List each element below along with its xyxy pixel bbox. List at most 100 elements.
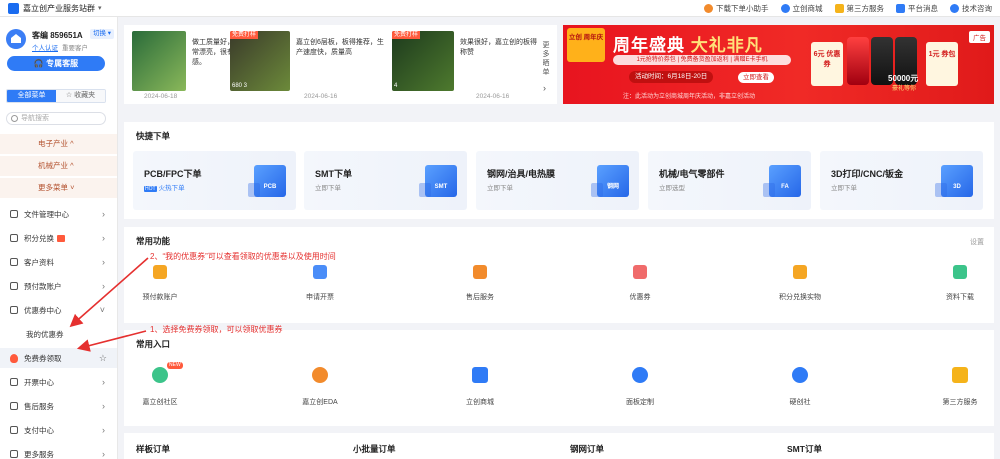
toplink-mall[interactable]: 立创商城: [780, 3, 823, 14]
mall-icon: [780, 4, 790, 13]
anniversary-logo: 立创 周年庆: [567, 28, 605, 62]
tab-stencil-orders[interactable]: 钢网订单: [570, 443, 604, 455]
top-links: 下载下单小助手 立创商城 第三方服务 平台消息 技术咨询: [704, 0, 992, 17]
dedicated-cs-button[interactable]: 🎧 专属客服: [7, 56, 105, 71]
eda-icon: [312, 367, 328, 383]
brand-title: 嘉立创产业服务站群: [23, 3, 95, 13]
entry-eda[interactable]: 嘉立创EDA: [275, 367, 365, 407]
chat-icon: [152, 367, 168, 383]
func-coupons[interactable]: 优惠券: [595, 265, 685, 302]
tab-small-batch-orders[interactable]: 小批量订单: [353, 443, 396, 455]
switch-account-button[interactable]: 切换 ▾: [90, 29, 115, 39]
chevron-right-icon: ›: [102, 233, 105, 243]
showcase-panel: 做工质量好，板子非常漂亮，很有科技感。 2024-06-18 免费打样 680 …: [124, 25, 557, 104]
func-apply-invoice[interactable]: 申请开票: [275, 265, 365, 302]
tab-sample-orders[interactable]: 样板订单: [136, 443, 170, 455]
section-title: 常用入口: [136, 339, 171, 349]
3d-print-icon: 3D: [935, 165, 973, 197]
nav-points-exchange[interactable]: 积分兑换 ›: [0, 228, 117, 248]
func-prepaid-account[interactable]: 预付款账户: [115, 265, 205, 302]
entry-panel-custom[interactable]: 面板定制: [595, 367, 685, 407]
toplink-messages[interactable]: 平台消息: [896, 3, 938, 14]
invoice-icon: [10, 378, 18, 386]
wrench-icon: FA: [763, 165, 801, 197]
showcase-card[interactable]: 免费打样 4 效果很好，嘉立创的板得称赞 2024-06-16: [392, 31, 542, 103]
nav-my-coupons[interactable]: 我的优惠券: [0, 324, 117, 344]
stencil-icon: 钢网: [591, 165, 629, 197]
panel-icon: [632, 367, 648, 383]
category-more[interactable]: 更多菜单 ˅: [0, 178, 117, 198]
showcase-card[interactable]: 免费打样 680 3 嘉立创6层板，板得推荐，生产速度快，质量高 2024-06…: [230, 31, 390, 103]
phone-graphic: [847, 37, 869, 85]
entry-community[interactable]: NEW 嘉立创社区: [115, 362, 205, 407]
category-mechanical[interactable]: 机械产业 ^: [0, 156, 117, 176]
showcase-photo: 免费打样 680 3: [230, 31, 290, 91]
quick-card-mechanical[interactable]: 机械/电气零部件 立即选型 FA: [648, 151, 811, 210]
chevron-right-icon: ›: [102, 209, 105, 219]
verify-link[interactable]: 个人认证: [32, 45, 58, 52]
tab-all-menu[interactable]: 全部菜单: [7, 90, 56, 102]
tab-smt-orders[interactable]: SMT订单: [787, 443, 822, 455]
quick-card-stencil[interactable]: 钢网/治具/电热膜 立即下单 钢网: [476, 151, 639, 210]
chevron-right-icon: ›: [102, 449, 105, 459]
nav-file-center[interactable]: 文件管理中心 ›: [0, 204, 117, 224]
top-bar: 嘉立创产业服务站群 ▾ 下载下单小助手 立创商城 第三方服务 平台消息 技术咨询: [0, 0, 1000, 17]
func-downloads[interactable]: 资料下载: [915, 265, 1000, 302]
nav-payment-center[interactable]: 支付中心 ›: [0, 420, 117, 440]
prize-sub: 豪礼等你: [892, 86, 917, 92]
customer-level: 重要客户: [62, 45, 88, 52]
headset-icon: [950, 4, 959, 13]
nav-customer-info[interactable]: 客户资料 ›: [0, 252, 117, 272]
chevron-right-icon[interactable]: ›: [543, 83, 546, 93]
annotation-step-2: 2、“我的优惠券”可以查看领取的优惠卷以及使用时间: [150, 252, 336, 261]
chevron-right-icon: ›: [102, 257, 105, 267]
sidebar: 客编 859651A 切换 ▾ 个人认证 重要客户 🎧 专属客服 全部菜单 ☆ 收…: [0, 17, 118, 459]
entry-oshw[interactable]: 硬创社: [755, 367, 845, 407]
coupon-icon: [10, 306, 18, 314]
nav-prepaid-account[interactable]: 预付款账户 ›: [0, 276, 117, 296]
promo-banner[interactable]: 立创 周年庆 周年盛典 大礼非凡 1元抢特价券包 | 免费备货盈加返利 | 满赠…: [563, 25, 994, 104]
new-badge: NEW: [167, 362, 183, 369]
toplink-third-party[interactable]: 第三方服务: [834, 3, 884, 14]
func-after-sales[interactable]: 售后服务: [435, 265, 525, 302]
invoice-icon: [313, 265, 327, 279]
hot-badge: HOT: [144, 186, 157, 192]
banner-title: 周年盛典 大礼非凡: [613, 36, 763, 55]
entry-third-party[interactable]: 第三方服务: [915, 367, 1000, 407]
nav-after-sales[interactable]: 售后服务 ›: [0, 396, 117, 416]
common-entries-panel: 常用入口 NEW 嘉立创社区 嘉立创EDA 立创商城 面板定制 硬创社 第三方服务: [124, 330, 994, 426]
star-icon[interactable]: ☆: [99, 353, 107, 364]
quick-card-pcb[interactable]: PCB/FPC下单 HOT 火热下单 PCB: [133, 151, 296, 210]
nav-free-coupons[interactable]: 免费券领取 ☆: [0, 348, 117, 368]
orders-panel: 样板订单 小批量订单 钢网订单 SMT订单: [124, 433, 994, 459]
quick-order-panel: 快捷下单 PCB/FPC下单 HOT 火热下单 PCB SMT下单 立即下单 SM…: [124, 122, 994, 219]
third-party-icon: [834, 4, 844, 13]
chevron-right-icon: ›: [102, 377, 105, 387]
avatar-home-icon[interactable]: [6, 29, 26, 49]
banner-view-button[interactable]: 立即查看: [738, 72, 774, 83]
folder-icon: [10, 210, 18, 218]
quick-card-smt[interactable]: SMT下单 立即下单 SMT: [304, 151, 467, 210]
entry-mall[interactable]: 立创商城: [435, 367, 525, 407]
nav-invoice-center[interactable]: 开票中心 ›: [0, 372, 117, 392]
brand[interactable]: 嘉立创产业服务站群 ▾: [8, 2, 102, 14]
nav-more-services[interactable]: 更多服务 ›: [0, 444, 117, 459]
settings-link[interactable]: 设置: [970, 237, 984, 247]
user-panel: 客编 859651A 切换 ▾ 个人认证 重要客户: [6, 29, 116, 55]
tab-favorites[interactable]: ☆ 收藏夹: [56, 90, 105, 102]
more-showcase-link[interactable]: 更多晒单: [541, 41, 551, 77]
toplink-helper[interactable]: 下载下单小助手: [704, 3, 769, 14]
category-electronics[interactable]: 电子产业 ^: [0, 134, 117, 154]
showcase-photo: 免费打样 4: [392, 31, 454, 91]
annotation-step-1: 1、选择免费券领取，可以领取优惠券: [150, 325, 283, 334]
service-icon: [10, 402, 18, 410]
message-icon: [896, 4, 905, 13]
gift-badge-icon: [57, 234, 65, 242]
nav-search-input[interactable]: 导航搜索: [6, 112, 106, 125]
func-points-exchange[interactable]: 积分兑换实物: [755, 265, 845, 302]
quick-card-3d-print[interactable]: 3D打印/CNC/钣金 立即下单 3D: [820, 151, 983, 210]
points-icon: [10, 234, 18, 242]
fire-icon: [10, 353, 18, 363]
toplink-support[interactable]: 技术咨询: [950, 3, 992, 14]
nav-coupon-center[interactable]: 优惠券中心 ˅: [0, 300, 117, 320]
